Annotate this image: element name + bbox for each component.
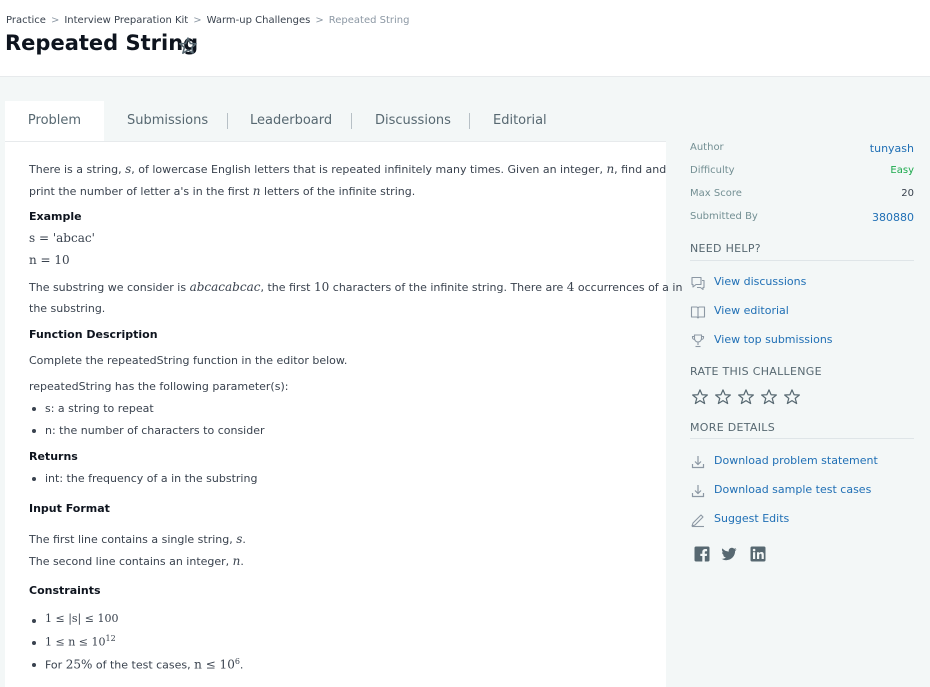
param-item: s: a string to repeat — [45, 402, 154, 415]
twitter-icon[interactable] — [721, 546, 737, 562]
list-bullet — [32, 663, 36, 667]
download-sample-test-cases-link[interactable]: Download sample test cases — [714, 483, 871, 496]
problem-statement: There is a string, s, of lowercase Engli… — [5, 141, 682, 687]
list-bullet — [32, 619, 36, 623]
intro-line-1: There is a string, s, of lowercase Engli… — [29, 162, 667, 176]
max-score-label: Max Score — [690, 188, 742, 199]
page-header: Practice > Interview Preparation Kit > Warm-… — [0, 0, 930, 77]
discussions-icon — [691, 276, 705, 291]
tab-problem[interactable]: Problem — [5, 101, 104, 141]
max-score-value: 20 — [901, 188, 914, 199]
breadcrumb-separator: > — [193, 15, 202, 26]
view-discussions-link[interactable]: View discussions — [714, 275, 806, 288]
constraint-item: 1 ≤ |s| ≤ 100 — [45, 612, 119, 625]
breadcrumb-separator: > — [315, 15, 324, 26]
substring-line-1: The substring we consider is abcacabcac,… — [29, 280, 683, 294]
list-bullet — [32, 407, 36, 411]
intro-line-2: print the number of letter a's in the fi… — [29, 184, 416, 198]
download-icon — [691, 485, 705, 498]
breadcrumb-separator: > — [50, 15, 60, 26]
input-line-2: The second line contains an integer, n. — [29, 554, 244, 568]
facebook-icon[interactable] — [694, 546, 710, 562]
section-divider — [690, 260, 914, 261]
params-intro: repeatedString has the following paramet… — [29, 380, 289, 393]
rating-star-icon[interactable] — [760, 388, 778, 406]
tab-editorial[interactable]: Editorial — [493, 101, 547, 141]
tab-divider — [469, 113, 470, 129]
input-line-1: The first line contains a single string,… — [29, 532, 246, 546]
pencil-icon — [691, 514, 704, 528]
view-top-submissions-link[interactable]: View top submissions — [714, 333, 833, 346]
list-bullet — [32, 429, 36, 433]
author-label: Author — [690, 142, 724, 153]
tab-discussions[interactable]: Discussions — [375, 101, 451, 141]
bookmark-star-icon[interactable] — [178, 36, 198, 56]
view-editorial-link[interactable]: View editorial — [714, 304, 789, 317]
submitted-by-value[interactable]: 380880 — [872, 211, 914, 224]
returns-heading: Returns — [29, 450, 78, 463]
rating-star-icon[interactable] — [691, 388, 709, 406]
difficulty-label: Difficulty — [690, 165, 735, 176]
tab-divider — [351, 113, 352, 129]
breadcrumb: Practice > Interview Preparation Kit > Warm-… — [6, 15, 409, 26]
breadcrumb-current: Repeated String — [328, 15, 410, 26]
difficulty-value: Easy — [890, 165, 914, 176]
example-heading: Example — [29, 210, 82, 223]
tab-divider — [227, 113, 228, 129]
rate-challenge-heading: RATE THIS CHALLENGE — [690, 365, 822, 378]
breadcrumb-practice[interactable]: Practice — [6, 15, 46, 26]
trophy-icon — [691, 334, 705, 348]
breadcrumb-warm-up[interactable]: Warm-up Challenges — [207, 15, 311, 26]
rating-star-icon[interactable] — [737, 388, 755, 406]
need-help-heading: NEED HELP? — [690, 242, 761, 255]
example-s: s = 'abcac' — [29, 231, 95, 245]
rating-star-icon[interactable] — [783, 388, 801, 406]
constraint-item: For 25% of the test cases, n ≤ 106. — [45, 657, 244, 672]
tab-submissions[interactable]: Submissions — [127, 101, 208, 141]
function-description-text: Complete the repeatedString function in … — [29, 354, 348, 367]
section-divider — [690, 438, 914, 439]
example-n: n = 10 — [29, 253, 70, 267]
input-format-heading: Input Format — [29, 502, 110, 515]
submitted-by-label: Submitted By — [690, 211, 758, 222]
param-item: n: the number of characters to consider — [45, 424, 265, 437]
substring-line-2: the substring. — [29, 302, 106, 315]
list-bullet — [32, 641, 36, 645]
page-title: Repeated String — [5, 31, 199, 55]
download-problem-statement-link[interactable]: Download problem statement — [714, 454, 878, 467]
function-description-heading: Function Description — [29, 328, 158, 341]
returns-item: int: the frequency of a in the substring — [45, 472, 258, 485]
author-link[interactable]: tunyash — [870, 142, 914, 155]
tab-leaderboard[interactable]: Leaderboard — [250, 101, 332, 141]
list-bullet — [32, 477, 36, 481]
breadcrumb-interview-kit[interactable]: Interview Preparation Kit — [64, 15, 188, 26]
linkedin-icon[interactable] — [750, 546, 766, 562]
constraints-heading: Constraints — [29, 584, 101, 597]
suggest-edits-link[interactable]: Suggest Edits — [714, 512, 789, 525]
more-details-heading: MORE DETAILS — [690, 421, 776, 434]
constraint-item: 1 ≤ n ≤ 1012 — [45, 634, 116, 649]
rating-star-icon[interactable] — [714, 388, 732, 406]
editorial-book-icon — [690, 306, 706, 319]
download-icon — [691, 456, 705, 469]
